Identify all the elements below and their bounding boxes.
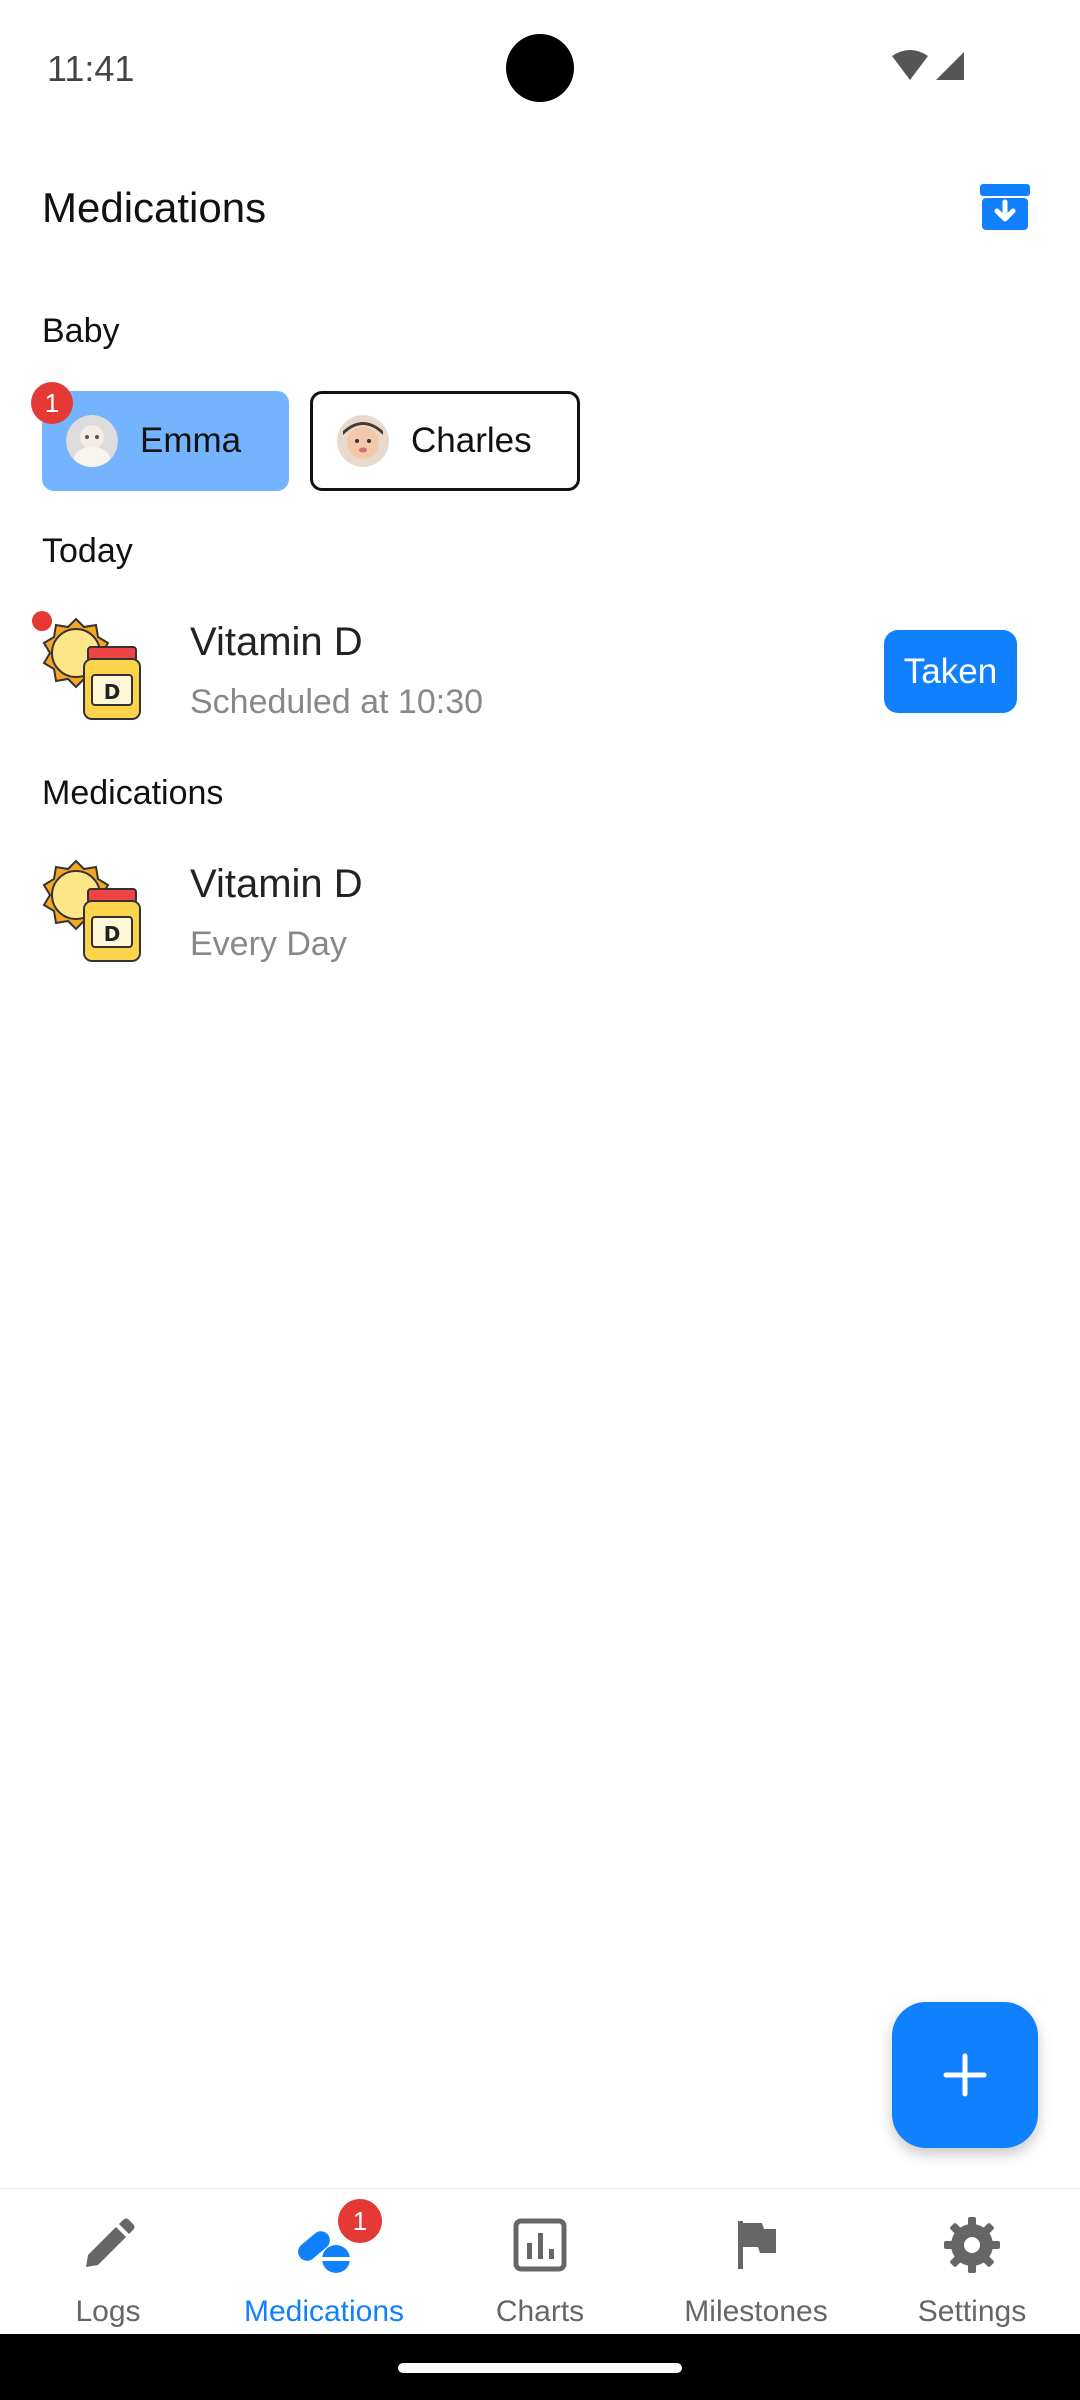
nav-item-medications[interactable]: 1 Medications: [216, 2189, 432, 2335]
nav-label: Milestones: [684, 2295, 828, 2328]
nav-label: Medications: [243, 2295, 405, 2328]
med-name: Vitamin D: [190, 620, 363, 664]
nav-label: Logs: [75, 2295, 141, 2328]
baby-chip-label: Charles: [411, 421, 532, 460]
chart-icon: [513, 2218, 567, 2272]
nav-label: Settings: [917, 2295, 1027, 2328]
today-section-label: Today: [42, 532, 133, 570]
gesture-navigation-bar: [0, 2334, 1080, 2400]
bottom-navigation: Logs 1 Medications Charts Milestones Set…: [0, 2188, 1080, 2335]
nav-item-settings[interactable]: Settings: [864, 2189, 1080, 2335]
baby-section-label: Baby: [42, 312, 120, 350]
avatar: [337, 415, 389, 467]
nav-item-milestones[interactable]: Milestones: [648, 2189, 864, 2335]
plus-icon: [943, 2053, 987, 2097]
med-frequency: Every Day: [190, 925, 347, 963]
svg-text:D: D: [104, 922, 121, 946]
home-gesture-handle[interactable]: [398, 2363, 682, 2373]
baby-chip-charles[interactable]: Charles: [310, 391, 580, 491]
nav-item-logs[interactable]: Logs: [0, 2189, 216, 2335]
med-name: Vitamin D: [190, 862, 363, 906]
archive-icon[interactable]: [978, 180, 1032, 234]
signal-wifi-icon: [892, 50, 964, 80]
page-title: Medications: [42, 184, 267, 231]
baby-chip-label: Emma: [140, 421, 242, 460]
nav-item-charts[interactable]: Charts: [432, 2189, 648, 2335]
svg-text:D: D: [104, 680, 121, 704]
add-medication-button[interactable]: [892, 2002, 1038, 2148]
unread-dot: [32, 611, 52, 631]
vitamin-d-icon: D: [42, 859, 141, 962]
flag-icon: [738, 2221, 776, 2269]
vitamin-d-icon: D: [42, 617, 141, 720]
status-time: 11:41: [47, 48, 135, 89]
notification-badge: 1: [338, 2199, 382, 2243]
taken-button[interactable]: Taken: [884, 630, 1017, 713]
nav-label: Charts: [495, 2295, 585, 2328]
camera-cutout: [506, 34, 574, 102]
baby-chip-emma[interactable]: Emma: [42, 391, 289, 491]
medication-row[interactable]: D Vitamin D Every Day: [0, 847, 1080, 987]
medications-section-label: Medications: [42, 774, 224, 812]
notification-badge: 1: [31, 382, 73, 424]
status-bar: 11:41: [0, 0, 1080, 135]
gear-icon: [944, 2217, 1000, 2273]
pencil-icon: [86, 2218, 135, 2267]
avatar: [66, 415, 118, 467]
med-schedule: Scheduled at 10:30: [190, 683, 484, 721]
